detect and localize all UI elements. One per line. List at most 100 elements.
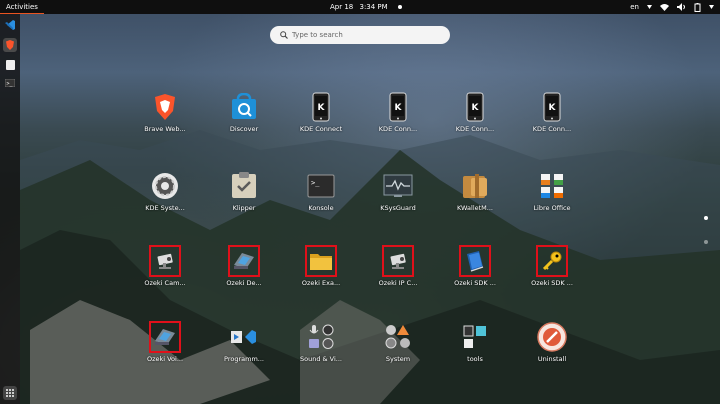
phone-icon (149, 321, 181, 353)
app-label: Ozeki IP C... (378, 279, 418, 287)
page-dot[interactable] (704, 240, 708, 244)
show-apps-button[interactable] (3, 386, 17, 400)
wallpaper (20, 130, 720, 404)
app-system-folder[interactable]: System (363, 321, 433, 365)
app-brave[interactable]: Brave Web... (130, 91, 200, 135)
app-tools-folder[interactable]: tools (440, 321, 510, 365)
gear-icon (149, 170, 181, 202)
kde-connect-icon: K (305, 91, 337, 123)
app-ksysguard[interactable]: KSysGuard (363, 170, 433, 214)
search-icon (280, 31, 288, 39)
app-label: Ozeki SDK ... (531, 279, 573, 287)
app-kde-system-settings[interactable]: KDE Syste... (130, 170, 200, 214)
wallet-icon (459, 170, 491, 202)
app-libreoffice-folder[interactable]: Libre Office (517, 170, 587, 214)
notification-dot-icon (397, 5, 402, 9)
grid-icon (6, 389, 14, 397)
libreoffice-folder-icon (536, 170, 568, 202)
app-ozeki-sdk-docs[interactable]: Ozeki SDK ... (440, 245, 510, 289)
app-label: Ozeki SDK ... (454, 279, 496, 287)
app-ozeki-voip[interactable]: Ozeki Voi... (130, 321, 200, 365)
phone-icon (228, 245, 260, 277)
app-label: Uninstall (537, 355, 567, 363)
uninstall-icon (536, 321, 568, 353)
brave-dock-icon[interactable] (3, 38, 17, 52)
power-menu-chevron-icon (709, 5, 714, 9)
system-tray[interactable]: en (630, 0, 714, 14)
app-label: KDE Conn... (532, 125, 572, 133)
dock: >_ (0, 14, 20, 404)
app-ozeki-sdk-key[interactable]: Ozeki SDK ... (517, 245, 587, 289)
page-dot-active[interactable] (704, 216, 708, 220)
terminal-dock-icon[interactable]: >_ (3, 76, 17, 90)
files-dock-icon[interactable] (3, 58, 17, 72)
date-label: Apr 18 (330, 3, 354, 11)
app-label: KDE Connect (299, 125, 343, 133)
chevron-down-icon (647, 5, 652, 9)
app-kde-connect-2[interactable]: K KDE Conn... (363, 91, 433, 135)
search-box[interactable] (270, 26, 450, 44)
brave-icon (149, 91, 181, 123)
app-kde-connect[interactable]: K KDE Connect (286, 91, 356, 135)
input-language[interactable]: en (630, 0, 639, 14)
app-label: Sound & Vi... (300, 355, 342, 363)
search-input[interactable] (292, 31, 442, 39)
app-label: Libre Office (533, 204, 571, 212)
vscode-dock-icon[interactable] (3, 18, 17, 32)
page-indicator (704, 216, 708, 264)
folder-icon (305, 245, 337, 277)
app-label: KSysGuard (380, 204, 416, 212)
app-label: Programm... (224, 355, 264, 363)
app-kwalletmanager[interactable]: KWalletM... (440, 170, 510, 214)
network-icon (660, 3, 669, 11)
app-label: System (385, 355, 411, 363)
kde-connect-icon: K (382, 91, 414, 123)
app-label: Ozeki Voi... (146, 355, 184, 363)
app-ozeki-ip-camera[interactable]: Ozeki IP C... (363, 245, 433, 289)
svg-text:>_: >_ (311, 179, 320, 187)
time-label: 3:34 PM (359, 3, 388, 11)
app-uninstall[interactable]: Uninstall (517, 321, 587, 365)
kde-connect-icon: K (536, 91, 568, 123)
app-label: Ozeki Cam... (144, 279, 186, 287)
battery-icon (694, 2, 701, 12)
clock[interactable]: Apr 18 3:34 PM (330, 0, 406, 14)
terminal-icon: >_ (305, 170, 337, 202)
activities-button[interactable]: Activities (0, 0, 44, 14)
app-discover[interactable]: Discover (209, 91, 279, 135)
discover-icon (228, 91, 260, 123)
app-sound-video-folder[interactable]: Sound & Vi... (286, 321, 356, 365)
app-konsole[interactable]: >_ Konsole (286, 170, 356, 214)
app-kde-connect-3[interactable]: K KDE Conn... (440, 91, 510, 135)
app-kde-connect-4[interactable]: K KDE Conn... (517, 91, 587, 135)
sound-video-folder-icon (305, 321, 337, 353)
system-folder-icon (382, 321, 414, 353)
app-label: Konsole (308, 204, 334, 212)
volume-icon (677, 3, 686, 11)
app-label: KDE Conn... (455, 125, 495, 133)
key-icon (536, 245, 568, 277)
app-klipper[interactable]: Klipper (209, 170, 279, 214)
programming-folder-icon (228, 321, 260, 353)
svg-text:K: K (472, 103, 480, 113)
app-label: KDE Conn... (378, 125, 418, 133)
svg-text:K: K (395, 103, 403, 113)
svg-text:>_: >_ (7, 81, 14, 87)
app-ozeki-examples[interactable]: Ozeki Exa... (286, 245, 356, 289)
camera-icon (382, 245, 414, 277)
app-ozeki-desk-phone[interactable]: Ozeki De... (209, 245, 279, 289)
top-bar: Activities Apr 18 3:34 PM en (0, 0, 720, 14)
app-label: Ozeki De... (226, 279, 262, 287)
app-ozeki-camera[interactable]: Ozeki Cam... (130, 245, 200, 289)
tools-folder-icon (459, 321, 491, 353)
app-label: Klipper (232, 204, 256, 212)
app-label: Brave Web... (144, 125, 186, 133)
book-icon (459, 245, 491, 277)
app-label: Ozeki Exa... (301, 279, 341, 287)
camera-icon (149, 245, 181, 277)
app-programming-folder[interactable]: Programm... (209, 321, 279, 365)
kde-connect-icon: K (459, 91, 491, 123)
app-label: KWalletM... (457, 204, 493, 212)
svg-text:K: K (318, 103, 326, 113)
klipper-icon (228, 170, 260, 202)
